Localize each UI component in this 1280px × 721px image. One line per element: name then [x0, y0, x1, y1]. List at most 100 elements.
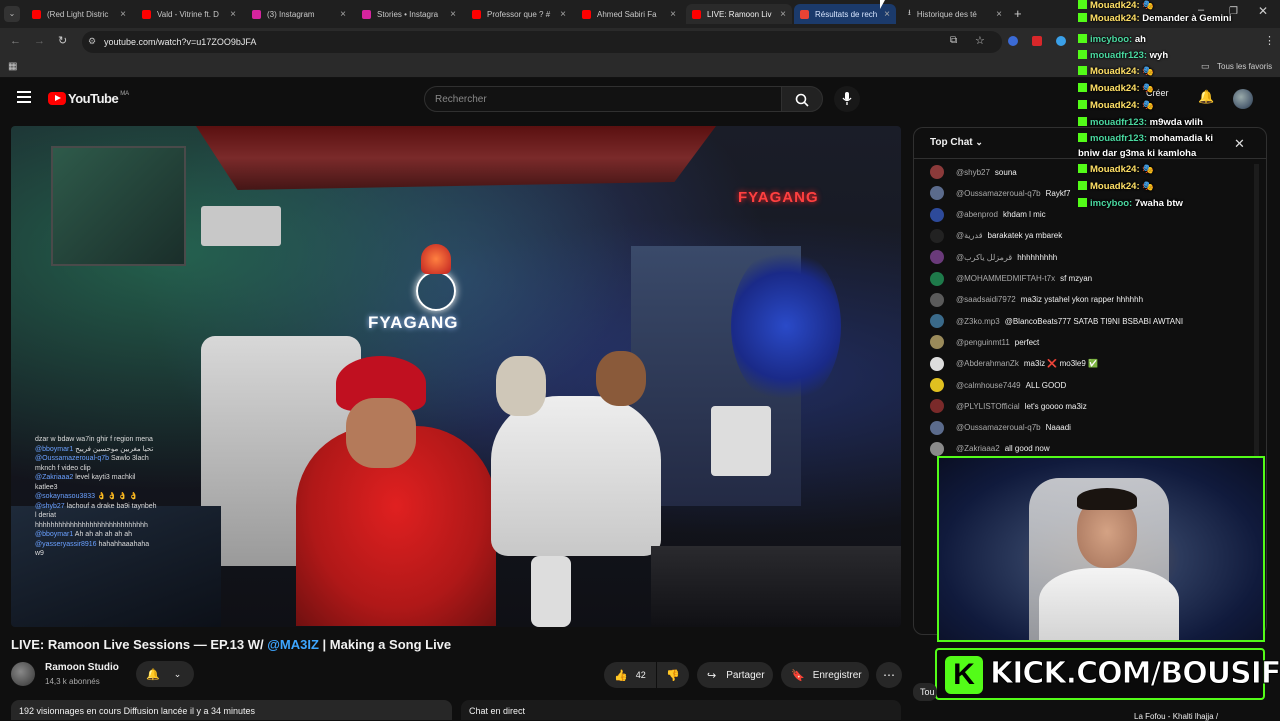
chat-message[interactable]: @penguinmt11 perfect — [930, 334, 1039, 350]
chat-avatar[interactable] — [930, 378, 944, 392]
chat-author[interactable]: @saadsaidi7972 — [956, 295, 1016, 304]
chat-message[interactable]: @calmhouse7449 ALL GOOD — [930, 377, 1066, 393]
title-mention-link[interactable]: @MA3IZ — [267, 637, 319, 652]
chat-message[interactable]: @Z3ko.mp3 @BlancoBeats777 SATAB TI9NI BSB… — [930, 313, 1183, 329]
search-input[interactable]: Rechercher — [424, 86, 782, 112]
forward-icon[interactable]: → — [34, 35, 45, 47]
share-button[interactable]: ↪ Partager — [697, 662, 773, 688]
reload-icon[interactable]: ↻ — [58, 34, 67, 47]
tab-list-button[interactable]: ⌄ — [4, 6, 20, 22]
install-app-icon[interactable]: ⧉ — [950, 35, 957, 46]
browser-tab[interactable]: ⭳ Historique des té × — [902, 4, 1008, 24]
chat-text: ma3iz ❌ mo3le9 ✅ — [1023, 359, 1098, 369]
chat-author[interactable]: @Oussamazeroual-q7b — [956, 423, 1041, 432]
chat-message[interactable]: @AbderahmanZk ma3iz ❌ mo3le9 ✅ — [930, 356, 1098, 372]
browser-tab[interactable]: Ahmed Sabiri Fa × — [576, 4, 682, 24]
browser-tab[interactable]: Vald - Vitrine ft. D × — [136, 4, 242, 24]
chat-author[interactable]: @PLYLISTOfficial — [956, 402, 1020, 411]
chat-avatar[interactable] — [930, 228, 944, 243]
avatar[interactable] — [1233, 89, 1253, 109]
chat-message[interactable]: @قرمزلل ياكرب hhhhhhhhh — [930, 249, 1057, 265]
close-tab-icon[interactable]: × — [996, 9, 1002, 20]
channel-name[interactable]: Ramoon Studio — [45, 662, 119, 673]
extension-icon[interactable] — [1032, 36, 1042, 46]
chat-author[interactable]: @calmhouse7449 — [956, 381, 1021, 390]
all-bookmarks-link[interactable]: Tous les favoris — [1217, 62, 1272, 71]
chat-message[interactable]: @PLYLISTOfficial let's goooo ma3iz — [930, 398, 1087, 414]
chat-message[interactable]: @Oussamazeroual-q7b Raykf7 — [930, 185, 1071, 201]
notifications-bell-icon[interactable]: 🔔 — [1198, 89, 1214, 105]
chat-avatar[interactable] — [930, 271, 944, 286]
site-info-icon[interactable]: ⚙ — [88, 36, 96, 47]
chat-author[interactable]: @shyb27 — [956, 168, 990, 177]
chat-avatar[interactable] — [930, 207, 944, 222]
chat-replay-box[interactable]: Chat en direct — [461, 700, 901, 720]
dislike-button[interactable]: 👎 — [657, 662, 689, 688]
chat-message[interactable]: @abenprod khdam l mic — [930, 207, 1046, 223]
chat-author[interactable]: @abenprod — [956, 210, 998, 219]
more-actions-button[interactable]: ⋯ — [876, 662, 902, 688]
chat-avatar[interactable] — [930, 165, 944, 179]
chat-avatar[interactable] — [930, 292, 944, 307]
chat-message[interactable]: @shyb27 souna — [930, 164, 1017, 180]
extension-icon[interactable] — [1008, 36, 1018, 46]
top-chat-dropdown[interactable]: Top Chat ⌄ — [930, 137, 983, 148]
extension-icon[interactable] — [1056, 36, 1066, 46]
description-box[interactable]: 192 visionnages en cours Diffusion lancé… — [11, 700, 452, 720]
close-chat-icon[interactable]: ✕ — [1234, 136, 1245, 152]
chevron-down-icon: ⌄ — [975, 137, 983, 147]
chat-author[interactable]: @قدرية — [956, 231, 983, 240]
chat-message[interactable]: @MOHAMMEDMIFTAH-t7x sf mzyan — [930, 271, 1092, 287]
like-button[interactable]: 👍 42 — [604, 662, 656, 688]
browser-tab[interactable]: (Red Light Distric × — [26, 4, 132, 24]
browser-tab[interactable]: (3) Instagram × — [246, 4, 352, 24]
new-tab-button[interactable]: + — [1014, 6, 1022, 21]
chat-message[interactable]: @saadsaidi7972 ma3iz ystahel ykon rapper … — [930, 292, 1143, 308]
browser-tab[interactable]: Stories • Instagra × — [356, 4, 462, 24]
chat-avatar[interactable] — [930, 250, 944, 265]
bookmark-star-icon[interactable]: ☆ — [975, 34, 985, 47]
chat-author[interactable]: @Oussamazeroual-q7b — [956, 189, 1041, 198]
chat-avatar[interactable] — [930, 356, 944, 371]
search-button[interactable] — [781, 86, 823, 112]
chat-avatar[interactable] — [930, 314, 944, 329]
chat-message[interactable]: @Oussamazeroual-q7b Naaadi — [930, 420, 1071, 436]
chat-message[interactable]: @Zakriaaa2 all good now — [930, 441, 1050, 457]
hamburger-menu-icon[interactable] — [17, 91, 31, 103]
youtube-logo[interactable]: YouTube MA — [48, 91, 129, 106]
chat-avatar[interactable] — [930, 335, 944, 350]
chat-author[interactable]: @penguinmt11 — [956, 338, 1010, 347]
close-tab-icon[interactable]: × — [670, 9, 676, 20]
close-tab-icon[interactable]: × — [560, 9, 566, 20]
chat-author[interactable]: @AbderahmanZk — [956, 359, 1019, 368]
chat-author[interactable]: @قرمزلل ياكرب — [956, 253, 1012, 262]
chat-avatar[interactable] — [930, 186, 944, 201]
chat-author[interactable]: @Z3ko.mp3 — [956, 317, 1000, 326]
close-tab-icon[interactable]: × — [450, 9, 456, 20]
chat-author[interactable]: @Zakriaaa2 — [956, 444, 1000, 453]
url-field[interactable]: ⚙ youtube.com/watch?v=u17ZOO9bJFA ⧉ ☆ — [82, 31, 1002, 53]
close-tab-icon[interactable]: × — [230, 9, 236, 20]
chat-author[interactable]: @MOHAMMEDMIFTAH-t7x — [956, 274, 1055, 283]
back-icon[interactable]: ← — [10, 35, 21, 47]
video-player[interactable]: FYAGANG FYAGANG dzar w bdaw wa7in ghir f… — [11, 126, 901, 627]
close-tab-icon[interactable]: × — [780, 9, 786, 20]
browser-tab-active[interactable]: LIVE: Ramoon Liv × — [686, 4, 792, 24]
close-tab-icon[interactable]: × — [340, 9, 346, 20]
chat-avatar[interactable] — [930, 399, 944, 414]
subscribed-notifications-button[interactable]: 🔔 ⌄ — [136, 661, 194, 687]
menu-icon[interactable]: ⋮ — [1264, 34, 1275, 47]
chat-avatar[interactable] — [930, 420, 944, 435]
close-window-button[interactable]: ✕ — [1258, 4, 1268, 18]
apps-grid-icon[interactable]: ▦ — [8, 61, 17, 72]
chat-message[interactable]: @قدرية barakatek ya mbarek — [930, 228, 1062, 244]
voice-search-button[interactable] — [834, 86, 860, 112]
chat-text: ma3iz ystahel ykon rapper hhhhhh — [1020, 295, 1144, 305]
channel-avatar[interactable] — [11, 662, 35, 686]
chat-mode-tab[interactable]: Tou — [913, 683, 937, 701]
chat-avatar[interactable] — [930, 441, 944, 456]
save-button[interactable]: 🔖 Enregistrer — [781, 662, 869, 688]
close-tab-icon[interactable]: × — [884, 9, 890, 20]
close-tab-icon[interactable]: × — [120, 9, 126, 20]
browser-tab[interactable]: Professor que ? # × — [466, 4, 572, 24]
